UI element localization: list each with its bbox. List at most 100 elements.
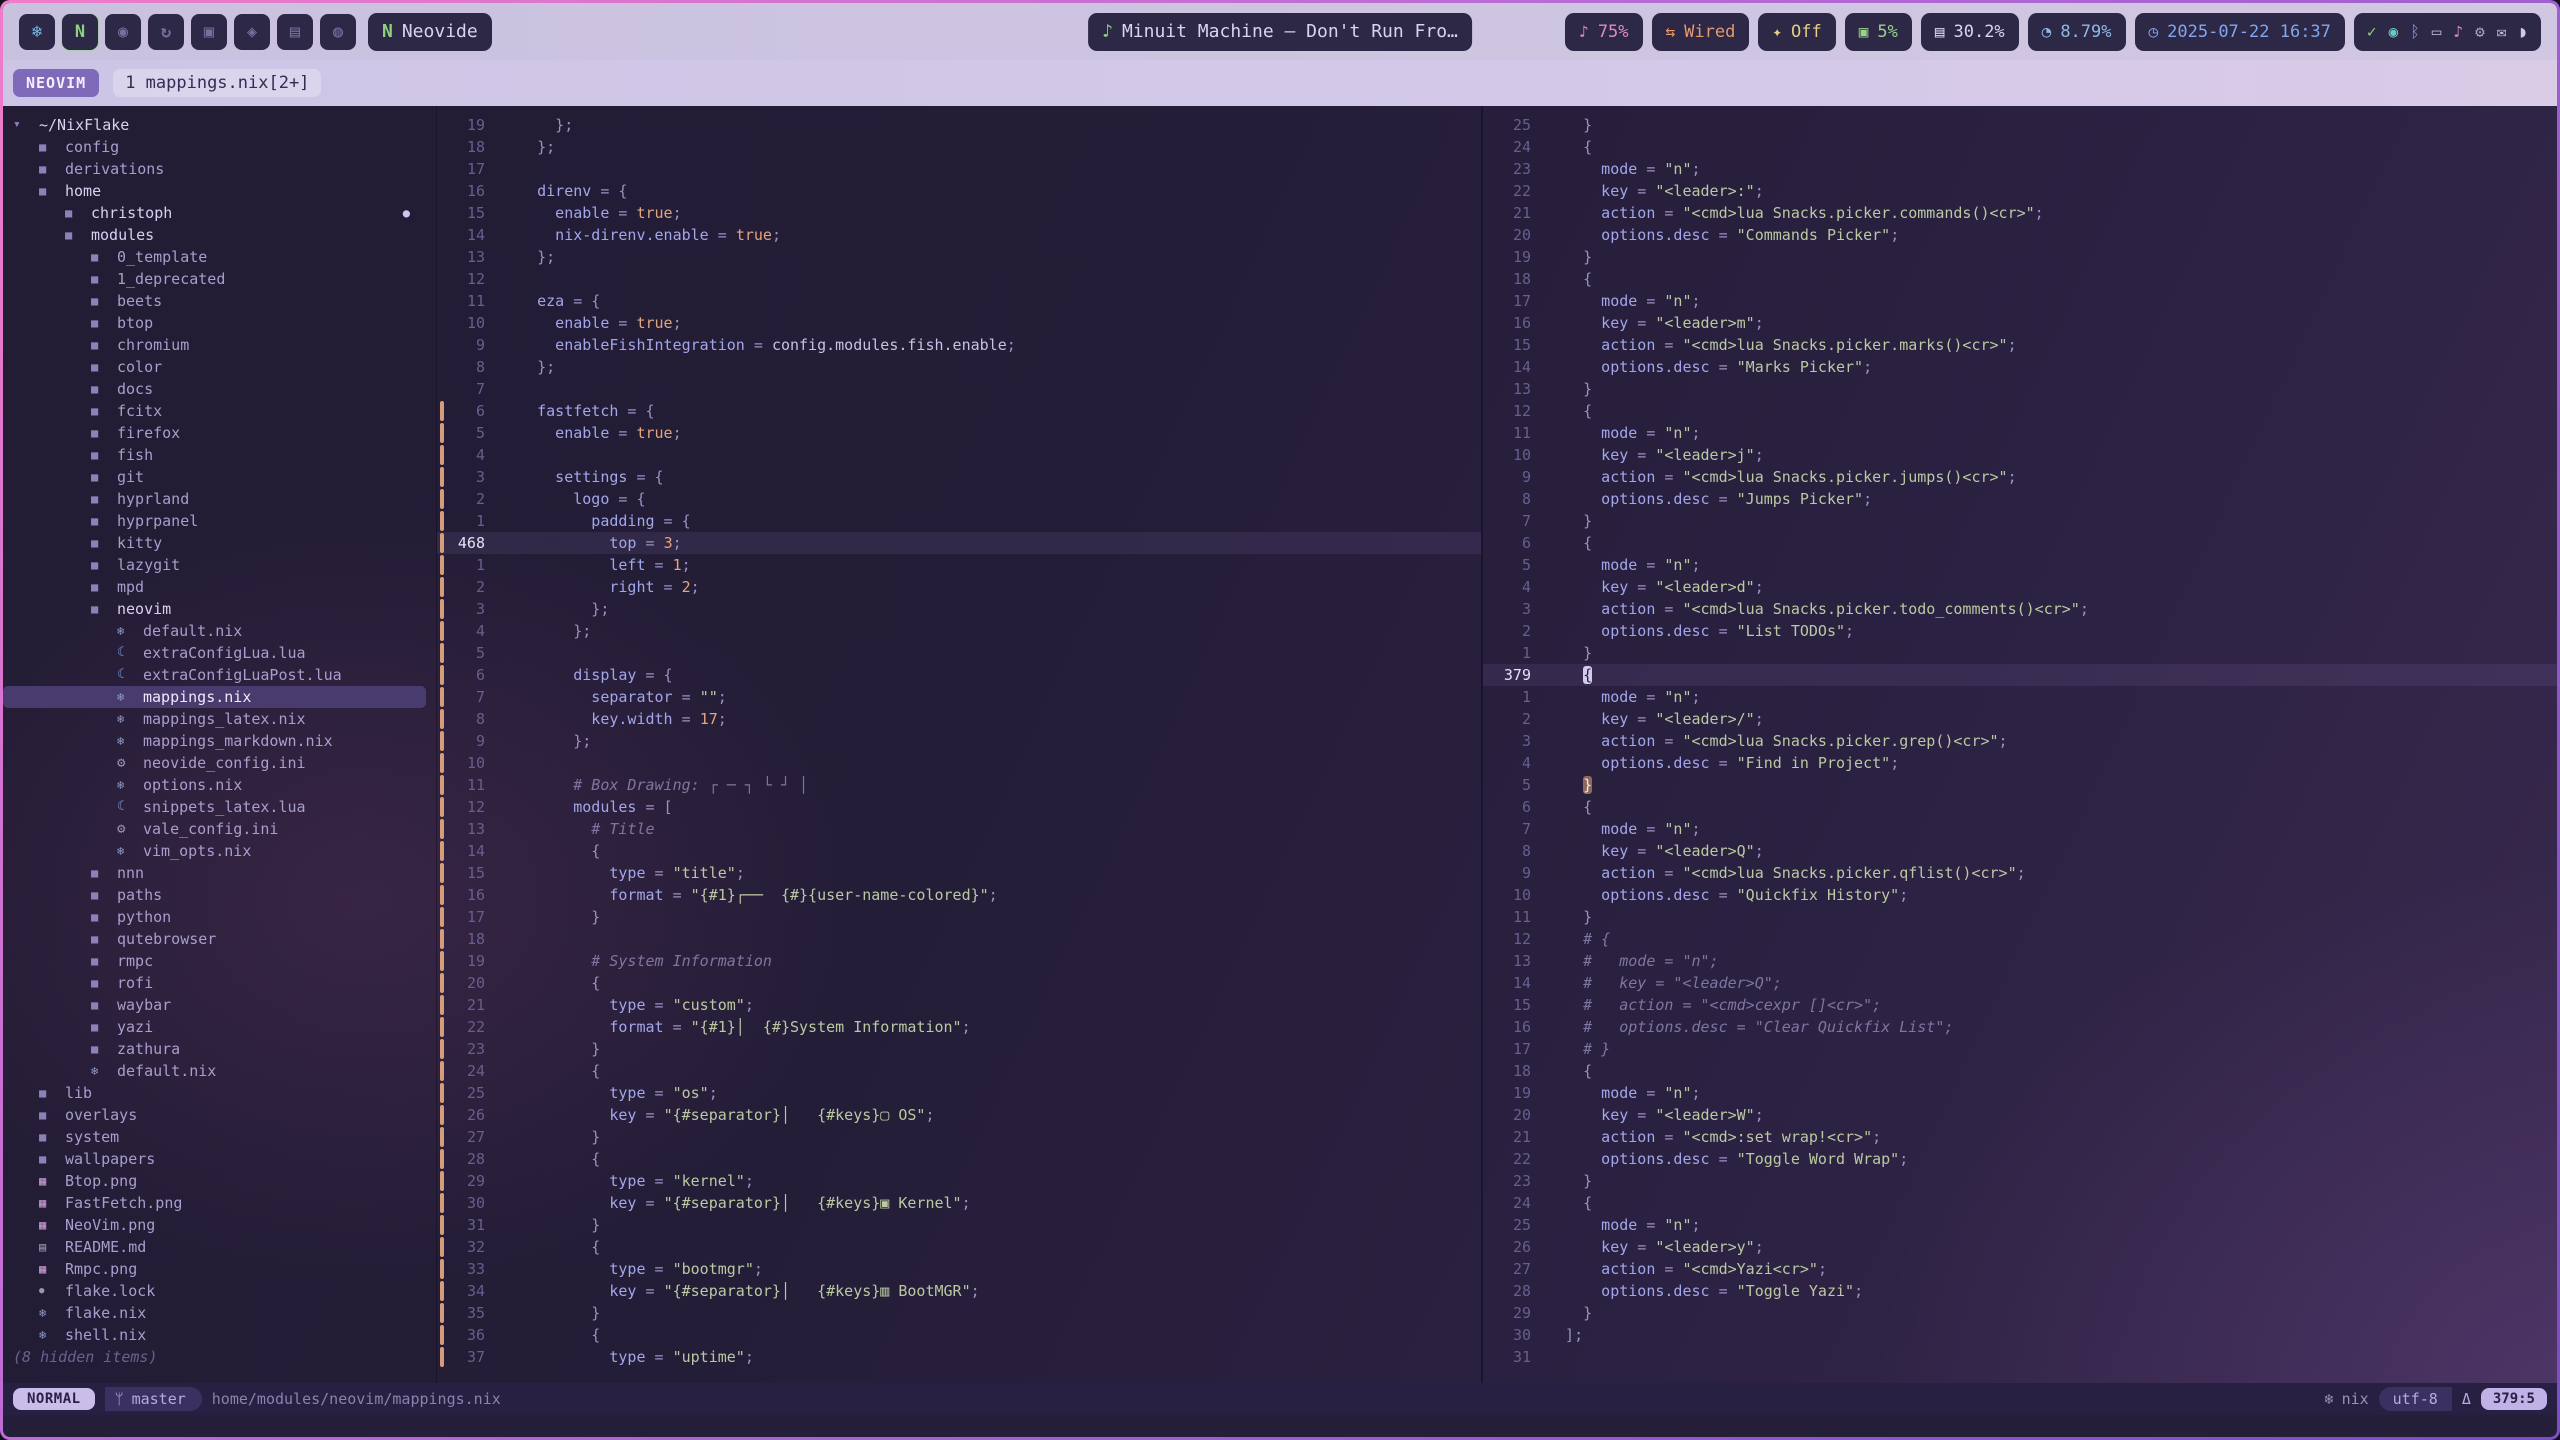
code-line[interactable]: 15 enable = true; <box>437 202 1481 224</box>
code-line[interactable]: 31 } <box>437 1214 1481 1236</box>
code-line[interactable]: 26 key = "{#separator}│ {#keys}▢ OS"; <box>437 1104 1481 1126</box>
tree-item[interactable]: ■kitty <box>3 532 426 554</box>
tree-item[interactable]: ■hyprland <box>3 488 426 510</box>
code-line[interactable]: 5 } <box>1483 774 2557 796</box>
code-line[interactable]: 1 padding = { <box>437 510 1481 532</box>
code-line[interactable]: 17 <box>437 158 1481 180</box>
editor-pane-left[interactable]: 19 };18 };1716 direnv = {15 enable = tru… <box>436 106 1481 1383</box>
code-line[interactable]: 6 { <box>1483 532 2557 554</box>
code-line[interactable]: 7 } <box>1483 510 2557 532</box>
code-line[interactable]: 35 } <box>437 1302 1481 1324</box>
code-line[interactable]: 10 <box>437 752 1481 774</box>
tree-item[interactable]: ▦Rmpc.png <box>3 1258 426 1280</box>
code-line[interactable]: 2 options.desc = "List TODOs"; <box>1483 620 2557 642</box>
tree-item[interactable]: ■git <box>3 466 426 488</box>
code-line[interactable]: 30 key = "{#separator}│ {#keys}▣ Kernel"… <box>437 1192 1481 1214</box>
tree-item[interactable]: ■docs <box>3 378 426 400</box>
code-line[interactable]: 22 options.desc = "Toggle Word Wrap"; <box>1483 1148 2557 1170</box>
tree-item[interactable]: ■derivations <box>3 158 426 180</box>
tree-item[interactable]: ●flake.lock <box>3 1280 426 1302</box>
code-line[interactable]: 6 display = { <box>437 664 1481 686</box>
code-line[interactable]: 15 type = "title"; <box>437 862 1481 884</box>
code-line[interactable]: 15 # action = "<cmd>cexpr []<cr>"; <box>1483 994 2557 1016</box>
check-tray-icon[interactable]: ✓ <box>2367 22 2377 41</box>
memory-module[interactable]: ▤30.2% <box>1921 13 2019 51</box>
network-module[interactable]: ⇆Wired <box>1652 13 1750 51</box>
tree-item[interactable]: ❄options.nix <box>3 774 426 796</box>
code-line[interactable]: 468 top = 3; <box>437 532 1481 554</box>
code-line[interactable]: 19 # System Information <box>437 950 1481 972</box>
code-line[interactable]: 34 key = "{#separator}│ {#keys}▥ BootMGR… <box>437 1280 1481 1302</box>
workspace-nixos[interactable]: ❄ <box>19 14 55 50</box>
code-line[interactable]: 2 logo = { <box>437 488 1481 510</box>
code-line[interactable]: 24 { <box>1483 136 2557 158</box>
tree-item[interactable]: ■nnn <box>3 862 426 884</box>
code-line[interactable]: 1 } <box>1483 642 2557 664</box>
volume-module[interactable]: ♪75% <box>1565 13 1642 51</box>
tree-item[interactable]: ❄flake.nix <box>3 1302 426 1324</box>
code-line[interactable]: 13 } <box>1483 378 2557 400</box>
code-line[interactable]: 5 <box>437 642 1481 664</box>
code-line[interactable]: 18 <box>437 928 1481 950</box>
code-line[interactable]: 10 key = "<leader>j"; <box>1483 444 2557 466</box>
tree-item[interactable]: ⚙neovide_config.ini <box>3 752 426 774</box>
code-line[interactable]: 8 }; <box>437 356 1481 378</box>
tree-item[interactable]: ❄mappings_latex.nix <box>3 708 426 730</box>
code-line[interactable]: 12 # { <box>1483 928 2557 950</box>
code-line[interactable]: 7 separator = ""; <box>437 686 1481 708</box>
code-line[interactable]: 12 <box>437 268 1481 290</box>
code-line[interactable]: 14 # key = "<leader>Q"; <box>1483 972 2557 994</box>
code-line[interactable]: 1 mode = "n"; <box>1483 686 2557 708</box>
code-line[interactable]: 8 key = "<leader>Q"; <box>1483 840 2557 862</box>
editor-pane-right[interactable]: 25 }24 {23 mode = "n";22 key = "<leader>… <box>1481 106 2557 1383</box>
display-tray-icon[interactable]: ▭ <box>2432 22 2442 41</box>
tree-item[interactable]: ■1_deprecated <box>3 268 426 290</box>
code-line[interactable]: 17 } <box>437 906 1481 928</box>
code-line[interactable]: 25 type = "os"; <box>437 1082 1481 1104</box>
tree-item[interactable]: ■mpd <box>3 576 426 598</box>
code-line[interactable]: 3 settings = { <box>437 466 1481 488</box>
tree-item[interactable]: ■fcitx <box>3 400 426 422</box>
code-line[interactable]: 9 enableFishIntegration = config.modules… <box>437 334 1481 356</box>
code-line[interactable]: 12 modules = [ <box>437 796 1481 818</box>
code-line[interactable]: 8 key.width = 17; <box>437 708 1481 730</box>
code-line[interactable]: 22 format = "{#1}│ {#}System Information… <box>437 1016 1481 1038</box>
tree-item[interactable]: ☾extraConfigLua.lua <box>3 642 426 664</box>
tree-item[interactable]: ☾extraConfigLuaPost.lua <box>3 664 426 686</box>
code-line[interactable]: 25 } <box>1483 114 2557 136</box>
bluetooth-tray-icon[interactable]: ᛒ <box>2410 22 2420 41</box>
workspace-ws3[interactable]: ◉ <box>105 14 141 50</box>
code-line[interactable]: 24 { <box>437 1060 1481 1082</box>
workspace-ws5[interactable]: ▣ <box>191 14 227 50</box>
workspace-ws6[interactable]: ◈ <box>234 14 270 50</box>
code-line[interactable]: 3 action = "<cmd>lua Snacks.picker.todo_… <box>1483 598 2557 620</box>
code-line[interactable]: 8 options.desc = "Jumps Picker"; <box>1483 488 2557 510</box>
code-line[interactable]: 21 type = "custom"; <box>437 994 1481 1016</box>
code-line[interactable]: 19 mode = "n"; <box>1483 1082 2557 1104</box>
code-line[interactable]: 27 action = "<cmd>Yazi<cr>"; <box>1483 1258 2557 1280</box>
code-line[interactable]: 22 key = "<leader>:"; <box>1483 180 2557 202</box>
code-line[interactable]: 19 } <box>1483 246 2557 268</box>
workspace-ws7[interactable]: ▤ <box>277 14 313 50</box>
code-line[interactable]: 12 { <box>1483 400 2557 422</box>
code-line[interactable]: 1 left = 1; <box>437 554 1481 576</box>
tree-item[interactable]: ▦Btop.png <box>3 1170 426 1192</box>
code-line[interactable]: 17 mode = "n"; <box>1483 290 2557 312</box>
code-line[interactable]: 16 direnv = { <box>437 180 1481 202</box>
tree-item[interactable]: ❄shell.nix <box>3 1324 426 1346</box>
idle-module[interactable]: ✦Off <box>1758 13 1835 51</box>
tree-item[interactable]: ■modules <box>3 224 426 246</box>
tree-item[interactable]: ■hyprpanel <box>3 510 426 532</box>
code-line[interactable]: 3 }; <box>437 598 1481 620</box>
clock-module[interactable]: ◷2025-07-22 16:37 <box>2135 13 2345 51</box>
code-line[interactable]: 26 key = "<leader>y"; <box>1483 1236 2557 1258</box>
tree-item[interactable]: ■btop <box>3 312 426 334</box>
code-line[interactable]: 36 { <box>437 1324 1481 1346</box>
code-line[interactable]: 13 # Title <box>437 818 1481 840</box>
tree-item[interactable]: ❄default.nix <box>3 620 426 642</box>
tree-item[interactable]: ■home <box>3 180 426 202</box>
app-title-chip[interactable]: N Neovide <box>368 13 492 51</box>
tree-item[interactable]: ■zathura <box>3 1038 426 1060</box>
tree-item[interactable]: ■0_template <box>3 246 426 268</box>
code-line[interactable]: 5 mode = "n"; <box>1483 554 2557 576</box>
